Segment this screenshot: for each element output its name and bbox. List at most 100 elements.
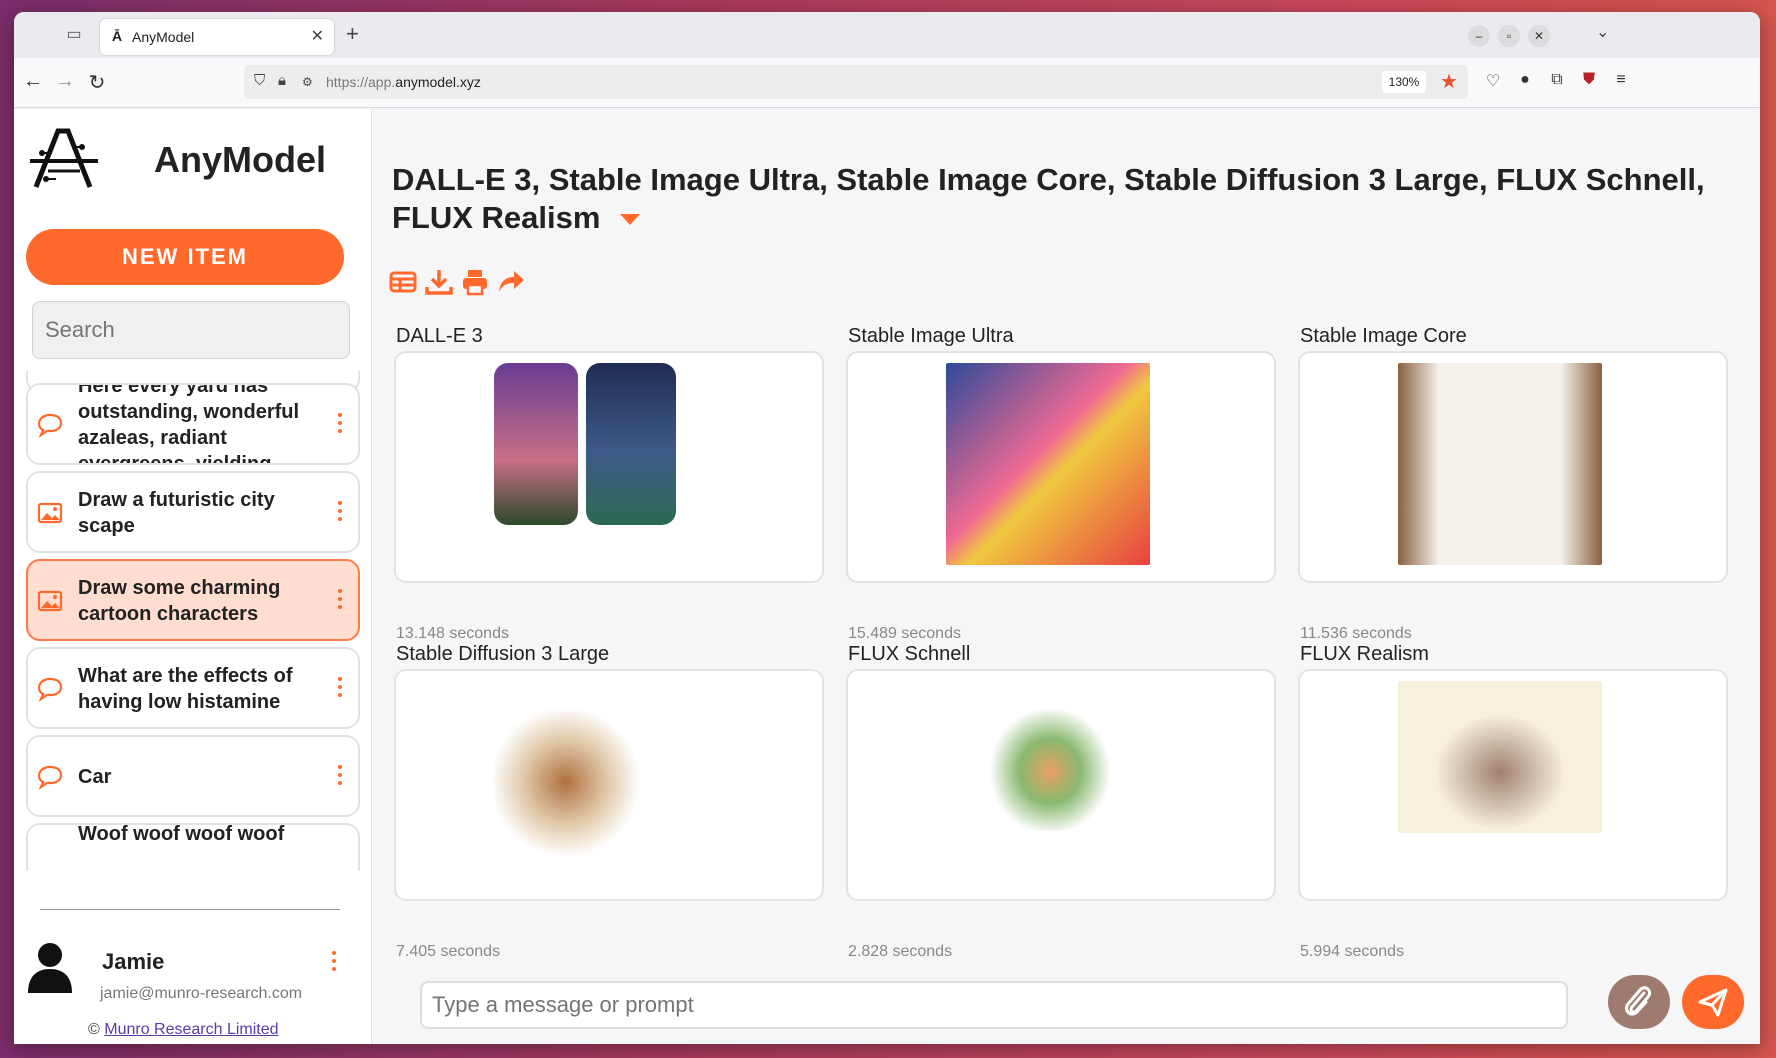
ublock-icon[interactable]: ⛊ <box>1578 71 1600 89</box>
kebab-menu-icon[interactable] <box>338 589 344 613</box>
zoom-level[interactable]: 130% <box>1382 71 1426 93</box>
send-icon <box>1698 988 1728 1017</box>
user-email: jamie@munro-research.com <box>100 985 303 1002</box>
chat-item-label: Woof woof woof woof <box>78 823 285 845</box>
lock-icon[interactable]: 🔒︎ <box>278 72 286 89</box>
copyright-link[interactable]: Munro Research Limited <box>104 1021 278 1038</box>
nav-bar: ← → ↻ ⛉ 🔒︎ ⚙ https://app.anymodel.xyz 13… <box>14 58 1760 108</box>
chat-item[interactable]: Here every yard has outstanding, wonderf… <box>26 383 360 465</box>
chevron-down-icon[interactable]: ⌄ <box>1596 22 1609 42</box>
permissions-icon[interactable]: ⚙ <box>302 75 313 89</box>
kebab-menu-icon[interactable] <box>338 765 344 789</box>
print-icon[interactable] <box>460 267 490 297</box>
result-time: 15.489 seconds <box>848 625 961 642</box>
result-card[interactable] <box>846 351 1276 583</box>
chat-bubble-icon <box>37 677 63 702</box>
result-label: FLUX Realism <box>1300 643 1429 665</box>
result-card[interactable] <box>394 669 824 901</box>
result-label: Stable Diffusion 3 Large <box>396 643 610 665</box>
divider <box>40 909 340 910</box>
page-title: DALL-E 3, Stable Image Ultra, Stable Ima… <box>392 162 1705 235</box>
image-icon <box>37 502 63 524</box>
send-button[interactable] <box>1682 975 1744 1029</box>
user-avatar-icon <box>28 943 72 993</box>
result-label: Stable Image Core <box>1300 325 1467 347</box>
tab-list-icon[interactable]: ▭ <box>62 24 86 46</box>
chat-item-active[interactable]: Draw some charming cartoon characters <box>26 559 360 641</box>
pocket-icon[interactable]: ♡ <box>1482 71 1504 91</box>
tab-favicon-icon: Ā <box>112 28 123 44</box>
result-card[interactable] <box>1298 669 1728 901</box>
reload-icon[interactable]: ↻ <box>84 70 110 95</box>
result-time: 5.994 seconds <box>1300 943 1405 960</box>
result-image[interactable] <box>586 363 676 525</box>
chat-item[interactable]: Draw a futuristic city scape <box>26 471 360 553</box>
chat-item-label: Car <box>78 766 112 788</box>
result-card[interactable] <box>846 669 1276 901</box>
result-card[interactable] <box>1298 351 1728 583</box>
chat-item-label: Here every yard has outstanding, wonderf… <box>78 383 300 465</box>
main-panel: DALL-E 3, Stable Image Ultra, Stable Ima… <box>372 109 1760 1044</box>
image-icon <box>37 590 63 612</box>
chat-bubble-icon <box>37 413 63 438</box>
extensions-icon[interactable]: ⧉ <box>1546 71 1568 89</box>
copyright: © Munro Research Limited <box>88 1021 279 1038</box>
kebab-menu-icon[interactable] <box>338 413 344 437</box>
account-icon[interactable]: ● <box>1514 71 1536 89</box>
window-close-icon[interactable]: ✕ <box>1528 25 1550 47</box>
chat-item-label: What are the effects of having low hista… <box>78 665 293 713</box>
result-image[interactable] <box>1398 681 1602 833</box>
chat-bubble-icon <box>37 765 63 790</box>
result-image[interactable] <box>494 681 698 883</box>
download-icon[interactable] <box>424 267 454 297</box>
maximize-icon[interactable]: ▫ <box>1498 25 1520 47</box>
shield-icon[interactable]: ⛉ <box>254 72 265 89</box>
menu-icon[interactable]: ≡ <box>1610 71 1632 89</box>
chat-item-label: Draw some charming cartoon characters <box>78 577 281 625</box>
result-image[interactable] <box>964 681 1136 831</box>
result-label: DALL-E 3 <box>396 325 483 347</box>
app: AnyModel NEW ITEM Here every yard has ou… <box>14 109 1760 1044</box>
result-image[interactable] <box>946 363 1150 565</box>
table-icon[interactable] <box>388 267 418 297</box>
minimize-icon[interactable]: – <box>1468 25 1490 47</box>
tab-close-icon[interactable]: ✕ <box>311 26 324 46</box>
result-time: 2.828 seconds <box>848 943 953 960</box>
kebab-menu-icon[interactable] <box>338 501 344 525</box>
url-bar[interactable]: ⛉ 🔒︎ ⚙ https://app.anymodel.xyz 130% ★ <box>244 65 1468 99</box>
brand-name: AnyModel <box>154 139 327 180</box>
user-name: Jamie <box>102 949 165 974</box>
result-image[interactable] <box>494 363 578 525</box>
new-tab-icon[interactable]: + <box>346 21 359 47</box>
attach-button[interactable] <box>1608 975 1670 1029</box>
kebab-menu-icon[interactable] <box>338 677 344 701</box>
new-item-button[interactable]: NEW ITEM <box>26 229 344 285</box>
result-label: Stable Image Ultra <box>848 325 1014 347</box>
prompt-input[interactable] <box>420 981 1568 1029</box>
user-kebab-menu-icon[interactable] <box>332 951 336 975</box>
tab-strip: ▭ Ā AnyModel ✕ + ⌄ – ▫ ✕ <box>14 12 1760 58</box>
result-label: FLUX Schnell <box>848 643 971 665</box>
chat-item[interactable]: Car <box>26 735 360 817</box>
browser-tab[interactable]: Ā AnyModel ✕ <box>100 19 334 55</box>
result-card[interactable] <box>394 351 824 583</box>
chat-item-label: Draw a futuristic city scape <box>78 489 275 537</box>
search-input[interactable] <box>32 301 350 359</box>
forward-icon[interactable]: → <box>52 70 78 93</box>
dropdown-caret-icon[interactable] <box>620 214 641 226</box>
tab-title: AnyModel <box>132 29 195 45</box>
sidebar: AnyModel NEW ITEM Here every yard has ou… <box>14 109 372 1044</box>
chat-item[interactable]: What are the effects of having low hista… <box>26 647 360 729</box>
back-icon[interactable]: ← <box>20 70 46 93</box>
url-text: https://app.anymodel.xyz <box>326 74 481 90</box>
browser-window: ▭ Ā AnyModel ✕ + ⌄ – ▫ ✕ ← → ↻ ⛉ 🔒︎ ⚙ ht… <box>14 12 1760 1044</box>
paperclip-icon <box>1624 986 1652 1016</box>
chat-list: Here every yard has outstanding, wonderf… <box>14 371 372 871</box>
result-image[interactable] <box>1398 363 1602 565</box>
chat-item[interactable]: Woof woof woof woof <box>26 823 360 871</box>
result-time: 7.405 seconds <box>396 943 501 960</box>
result-time: 13.148 seconds <box>396 625 509 642</box>
share-icon[interactable] <box>496 267 526 297</box>
anymodel-logo-icon <box>30 128 98 188</box>
bookmark-star-icon[interactable]: ★ <box>1440 69 1458 94</box>
